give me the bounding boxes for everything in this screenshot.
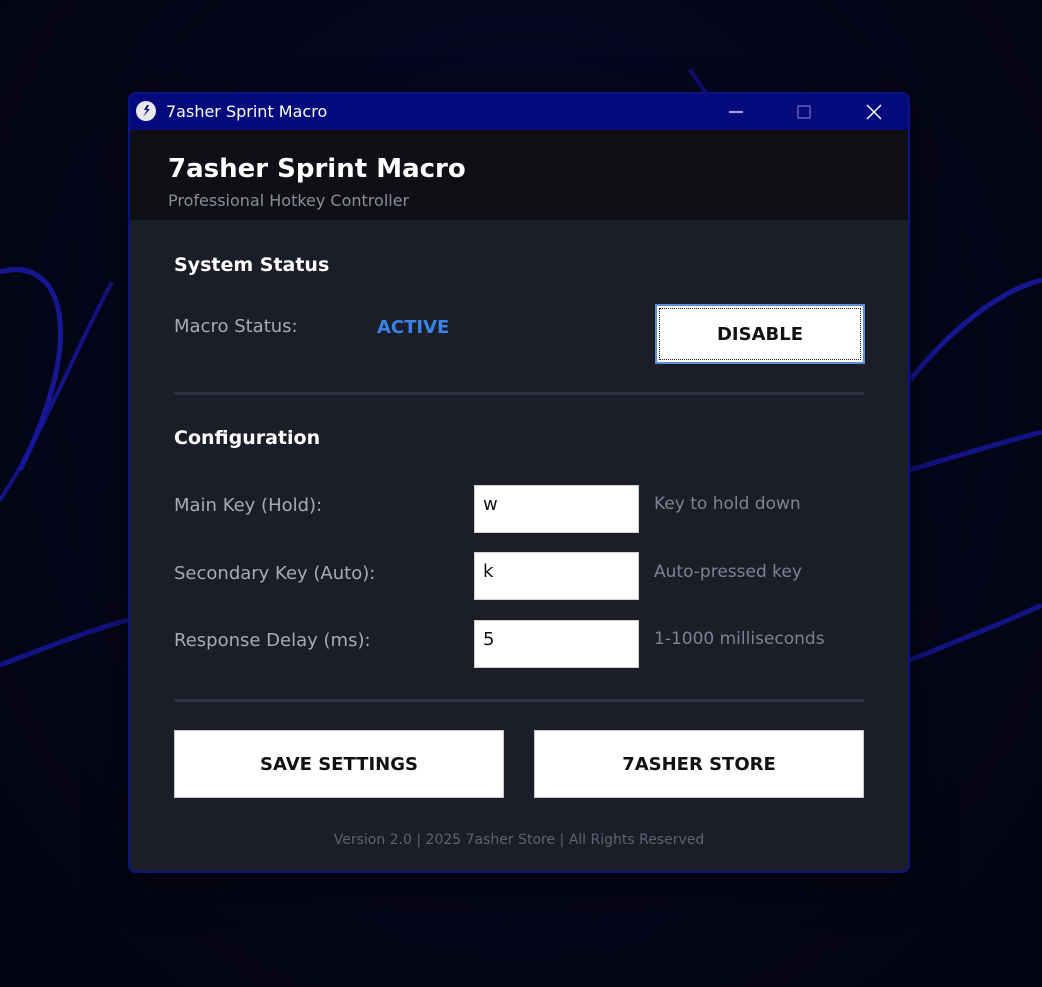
minimize-button[interactable] xyxy=(708,94,764,130)
macro-status-label: Macro Status: xyxy=(174,316,298,337)
window-title: 7asher Sprint Macro xyxy=(166,102,328,121)
main-key-hint: Key to hold down xyxy=(654,494,801,514)
titlebar[interactable]: 7asher Sprint Macro xyxy=(130,94,908,130)
minimize-icon xyxy=(729,111,743,113)
close-button[interactable] xyxy=(846,94,902,130)
app-header: 7asher Sprint Macro Professional Hotkey … xyxy=(130,130,908,220)
maximize-icon xyxy=(797,105,811,119)
system-status-heading: System Status xyxy=(174,254,330,276)
disable-button[interactable]: DISABLE xyxy=(655,304,865,364)
main-key-label: Main Key (Hold): xyxy=(174,495,323,516)
configuration-heading: Configuration xyxy=(174,427,321,449)
divider xyxy=(174,392,864,395)
close-icon xyxy=(866,104,882,120)
main-key-input[interactable]: w xyxy=(474,485,639,533)
maximize-button[interactable] xyxy=(776,94,832,130)
secondary-key-label: Secondary Key (Auto): xyxy=(174,563,376,584)
divider xyxy=(174,699,864,702)
macro-window: 7asher Sprint Macro 7asher Sprint Macro … xyxy=(128,92,910,873)
secondary-key-input[interactable]: k xyxy=(474,552,639,600)
sprint-runner-icon xyxy=(136,101,156,121)
save-settings-button[interactable]: SAVE SETTINGS xyxy=(174,730,504,798)
response-delay-input[interactable]: 5 xyxy=(474,620,639,668)
response-delay-hint: 1-1000 milliseconds xyxy=(654,629,825,649)
macro-status-value: ACTIVE xyxy=(377,317,450,338)
secondary-key-hint: Auto-pressed key xyxy=(654,562,802,582)
app-subtitle: Professional Hotkey Controller xyxy=(168,191,410,210)
store-button[interactable]: 7ASHER STORE xyxy=(534,730,864,798)
response-delay-label: Response Delay (ms): xyxy=(174,630,371,651)
footer-text: Version 2.0 | 2025 7asher Store | All Ri… xyxy=(333,832,705,848)
app-title: 7asher Sprint Macro xyxy=(168,154,466,184)
